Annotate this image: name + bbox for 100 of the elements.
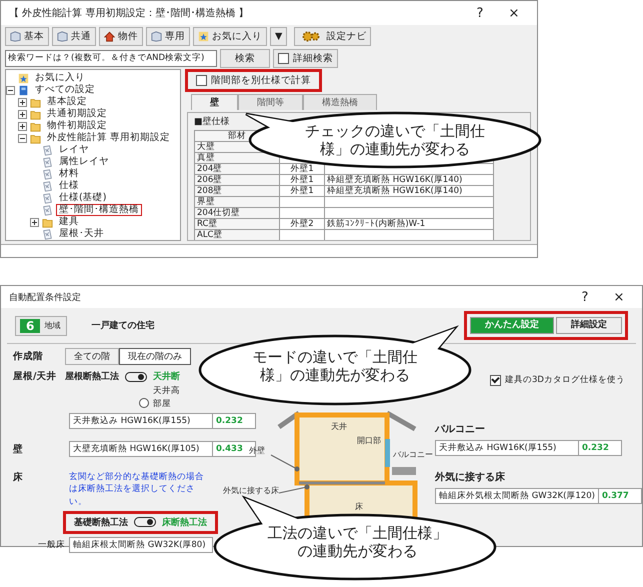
checkbox[interactable] [490, 374, 501, 386]
table-cell: 206壁 [194, 174, 280, 186]
spec-field[interactable]: 軸組床外気根太間断熱 GW32K(厚120) [435, 488, 599, 504]
radio-label: 部屋 [153, 398, 171, 410]
tree-item[interactable]: お気に入り [32, 72, 88, 84]
tree-item[interactable]: 屋根･天井 [56, 228, 107, 240]
callout-text: 工法の違いで「土間仕様」の連動先が変わる [266, 524, 448, 560]
folder-icon [30, 120, 41, 132]
search-button[interactable]: 検索 [220, 48, 270, 68]
building-type: 一戸建ての住宅 [91, 319, 156, 332]
tree-item[interactable]: 基本設定 [44, 96, 90, 108]
diagram-label: 天井 [331, 422, 347, 431]
method-label: 天井断 [153, 370, 180, 383]
folder-icon [42, 216, 53, 228]
floor-tab[interactable]: 全ての階 [65, 348, 119, 365]
u-value-cell: 0.377 [598, 488, 642, 504]
tree-item[interactable]: 属性レイヤ [56, 156, 112, 168]
mode-tab[interactable]: 詳細設定 [556, 317, 622, 334]
toolbar-button[interactable]: 設定ナビ [294, 26, 372, 46]
callout-text: モードの違いで「土間仕様」の連動先が変わる [252, 348, 418, 384]
tab[interactable]: 階間等 [238, 94, 303, 110]
tree-item[interactable]: すべての設定 [32, 84, 98, 96]
table-cell: ALC壁 [194, 230, 280, 240]
tree-item[interactable]: 仕様(基礎) [56, 192, 110, 204]
spec-field[interactable]: 大壁充填断熱 HGW16K(厚105) [69, 441, 213, 457]
row-label: 床 [13, 471, 24, 484]
diagram-label: 開口部 [357, 436, 381, 445]
tab[interactable]: 壁 [191, 94, 238, 110]
radio-button[interactable] [139, 398, 149, 408]
folder-icon [30, 108, 41, 120]
expand-icon[interactable] [30, 218, 39, 226]
detail-search-checkbox[interactable]: 詳細検索 [273, 48, 338, 68]
table-cell: RC壁 [194, 218, 280, 230]
toggle-switch[interactable] [125, 372, 147, 382]
expand-icon[interactable] [18, 110, 27, 118]
row-label: 作成階 [13, 350, 44, 363]
spec-field[interactable]: 天井敷込み HGW16K(厚155) [435, 440, 579, 456]
document-icon [42, 156, 53, 168]
callout-text: チェックの違いで「土間仕様」の連動先が変わる [304, 122, 486, 158]
tree-item[interactable]: 材料 [56, 168, 82, 180]
toolbar-button[interactable]: お気に入り [193, 26, 267, 46]
section-heading: ■壁仕様 [194, 116, 230, 128]
tree-item[interactable]: 仕様 [56, 180, 82, 192]
expand-icon[interactable] [18, 122, 27, 130]
row-label: 屋根/天井 [13, 370, 58, 383]
toolbar-button[interactable]: 基本 [5, 26, 49, 46]
folder-icon [30, 132, 41, 144]
house-icon [104, 30, 115, 42]
toolbar-button[interactable]: ▼ [270, 26, 288, 46]
table-cell: 界壁 [194, 196, 280, 208]
tree-item[interactable]: 建具 [56, 216, 82, 228]
star-icon [198, 30, 209, 42]
field-label: 天井高 [153, 385, 180, 397]
section-label: バルコニー [435, 423, 486, 436]
tree-item[interactable]: レイヤ [56, 144, 92, 156]
document-icon [42, 144, 53, 156]
method-label: 基礎断熱工法 [74, 516, 128, 529]
note-text: 玄関など部分的な基礎断熱の場合は床断熱工法を選択してください。 [69, 471, 205, 508]
spec-field[interactable]: 軸組床根太間断熱 GW32K(厚80) [69, 536, 213, 553]
document-icon [42, 180, 53, 192]
toolbar-button[interactable]: 共通 [52, 26, 96, 46]
expand-icon[interactable] [18, 98, 27, 106]
tree-item[interactable]: 壁･階間･構造熱橋 [56, 204, 142, 216]
checkbox-label: 建具の3Dカタログ仕様を使う [505, 374, 625, 386]
tree-item[interactable]: 共通初期設定 [44, 108, 110, 120]
close-button[interactable]: × [501, 6, 527, 20]
document-icon [42, 168, 53, 180]
search-field[interactable]: 検索ワードは？(複数可。＆付きでAND検索文字) [5, 50, 217, 66]
table-cell: 枠組壁充填断熱 HGW16K(厚140) [324, 186, 494, 196]
collapse-icon[interactable] [6, 86, 15, 94]
field-label: 一般床 [37, 538, 66, 551]
spec-field[interactable]: 天井敷込み HGW16K(厚155) [69, 413, 213, 429]
tab[interactable]: 構造熱橋 [303, 94, 377, 110]
collapse-icon[interactable] [18, 134, 27, 142]
toolbar-button[interactable]: 物件 [99, 26, 143, 46]
help-button[interactable]: ? [467, 6, 493, 20]
split-floor-checkbox[interactable]: 階間部を別仕様で計算 [196, 74, 311, 87]
region-button[interactable]: 6 地域 [15, 316, 68, 336]
table-cell: 枠組壁充填断熱 HGW16K(厚140) [324, 174, 494, 186]
method-label: 屋根断熱工法 [65, 370, 119, 383]
document-icon [42, 192, 53, 204]
diagram-label: バルコニー [393, 450, 433, 459]
help-button[interactable]: ? [572, 290, 598, 304]
row-label: 壁 [13, 442, 24, 456]
tree-item[interactable]: 物件初期設定 [44, 120, 110, 132]
close-button[interactable]: × [606, 290, 632, 304]
diagram-label: 外気に接する床 [223, 486, 279, 495]
floor-tab[interactable]: 現在の階のみ [119, 348, 191, 365]
table-cell: 208壁 [194, 186, 280, 196]
tree-item[interactable]: 外皮性能計算 専用初期設定 [44, 132, 174, 144]
toolbar-button[interactable]: 専用 [146, 26, 190, 46]
table-cell: 204壁 [194, 164, 280, 174]
star-icon [18, 72, 29, 84]
table-cell: 鉄筋ｺﾝｸﾘｰﾄ(内断熱)W-1 [324, 218, 494, 230]
table-cell: 204仕切壁 [194, 208, 280, 218]
u-value-cell: 0.232 [579, 440, 622, 456]
toggle-switch[interactable] [134, 517, 156, 528]
folder-icon [30, 96, 41, 108]
diagram-label: 床 [355, 502, 363, 511]
method-label: 床断熱工法 [162, 516, 207, 529]
